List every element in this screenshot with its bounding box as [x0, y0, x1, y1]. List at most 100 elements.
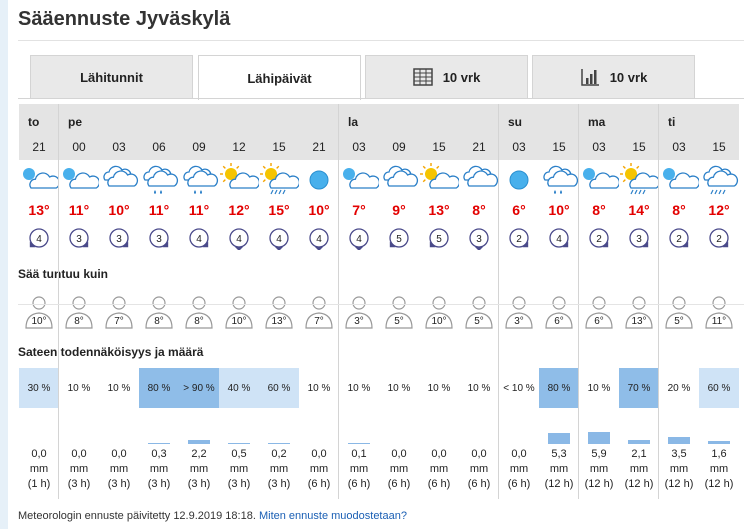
precip-period: (6 h)	[507, 478, 531, 490]
feels-like-value: 11°	[711, 316, 727, 327]
day-header: pe	[59, 104, 99, 136]
tab-10vrk-table[interactable]: 10 vrk	[365, 55, 528, 98]
day-header	[299, 104, 339, 136]
hour-label: 03	[339, 136, 379, 160]
wind-indicator-icon: 3	[69, 228, 89, 248]
night-partly-cloudy-icon	[343, 168, 379, 189]
precip-probability: 40 %	[219, 368, 259, 408]
forecast-column: 06 11° 3 8° 80 % 0,3 mm (3 h)	[139, 104, 179, 499]
svg-text:2: 2	[516, 234, 522, 245]
svg-text:5: 5	[396, 234, 402, 245]
day-header	[539, 104, 579, 136]
hour-label: 21	[459, 136, 499, 160]
svg-text:3: 3	[476, 234, 482, 245]
precip-period: (12 h)	[664, 478, 694, 490]
wind-indicator-icon: 4	[309, 228, 329, 250]
precip-amount: 0,0 mm (3 h)	[99, 448, 139, 493]
precip-period: (3 h)	[187, 478, 211, 490]
precip-amount: 0,0 mm (1 h)	[19, 448, 59, 493]
precip-bar	[148, 443, 170, 444]
temperature: 12°	[708, 202, 730, 218]
precip-amount: 3,5 mm (12 h)	[659, 448, 699, 493]
temperature: 14°	[628, 202, 650, 218]
precip-bar	[708, 441, 730, 444]
day-header	[419, 104, 459, 136]
temperature: 9°	[392, 202, 406, 218]
hour-label: 15	[619, 136, 659, 160]
cloud-showers-icon	[703, 165, 739, 195]
day-header	[459, 104, 499, 136]
temperature: 10°	[108, 202, 130, 218]
precip-probability: 60 %	[259, 368, 299, 408]
day-header: to	[19, 104, 59, 136]
temperature: 15°	[268, 202, 290, 218]
precip-probability: 10 %	[339, 368, 379, 408]
precip-unit: mm	[549, 463, 569, 475]
footer-updated-text: Meteorologin ennuste päivitetty 12.9.201…	[18, 510, 256, 522]
precip-amount: 5,3	[551, 448, 567, 460]
svg-text:2: 2	[676, 234, 682, 245]
precip-probability: 20 %	[659, 368, 699, 408]
night-clear-icon	[309, 170, 329, 190]
feels-like-value: 10°	[31, 316, 47, 327]
sun-cloud-icon	[220, 163, 259, 189]
tab-10vrk-chart[interactable]: 10 vrk	[532, 55, 695, 98]
precip-period: (1 h)	[27, 478, 51, 490]
night-partly-cloudy-icon	[583, 168, 619, 189]
precip-amount: 0,3	[151, 448, 167, 460]
cloudy-icon	[463, 165, 499, 187]
tab-label: Lähitunnit	[80, 69, 143, 85]
day-separator	[338, 104, 339, 499]
wind-indicator-icon: 5	[429, 228, 449, 248]
tab-lahitunnit[interactable]: Lähitunnit	[30, 55, 193, 98]
svg-text:4: 4	[276, 234, 282, 245]
svg-text:2: 2	[716, 234, 722, 245]
precip-probability: 10 %	[459, 368, 499, 408]
precip-amount: 1,6	[711, 448, 727, 460]
precip-unit: mm	[469, 463, 489, 475]
feels-like-value: 3°	[514, 316, 524, 327]
sun-showers-icon	[260, 163, 299, 195]
tab-lahipaivat[interactable]: Lähipäivät	[198, 55, 361, 100]
svg-text:3: 3	[116, 234, 122, 245]
precip-period: (12 h)	[584, 478, 614, 490]
forecast-grid: Sää tuntuu kuin Sateen todennäköisyys ja…	[18, 104, 744, 499]
precip-probability: 80 %	[139, 368, 179, 408]
precip-unit: mm	[349, 463, 369, 475]
forecast-column: pe 00 11° 3 8° 10 % 0,0 mm (3 h)	[59, 104, 99, 499]
precip-probability: 10 %	[59, 368, 99, 408]
cloud-rain-icon	[143, 165, 179, 194]
precip-amount: 0,2 mm (3 h)	[259, 448, 299, 493]
precip-amount: 0,0 mm (6 h)	[499, 448, 539, 493]
forecast-column: 12 12° 4 10° 40 % 0,5 mm (3 h)	[219, 104, 259, 499]
forecast-info-link[interactable]: Miten ennuste muodostetaan?	[259, 510, 407, 522]
wind-indicator-icon: 4	[229, 228, 249, 250]
precip-amount: 0,0	[471, 448, 487, 460]
hour-label: 15	[259, 136, 299, 160]
temperature: 11°	[68, 202, 90, 218]
wind-indicator-icon: 4	[189, 228, 209, 248]
wind-indicator-icon: 4	[549, 228, 569, 248]
hour-label: 15	[419, 136, 459, 160]
precip-probability: 80 %	[539, 368, 579, 408]
title-divider	[18, 40, 744, 41]
wind-indicator-icon: 5	[389, 228, 409, 248]
precip-amount: 0,0	[431, 448, 447, 460]
forecast-column: la 03 7° 4 3° 10 % 0,1 mm (6 h)	[339, 104, 379, 499]
hour-label: 09	[379, 136, 419, 160]
hour-label: 15	[699, 136, 739, 160]
precip-unit: mm	[589, 463, 609, 475]
precip-period: (3 h)	[107, 478, 131, 490]
forecast-column: 09 11° 4 8° > 90 % 2,2 mm (3 h)	[179, 104, 219, 499]
hour-label: 12	[219, 136, 259, 160]
precip-amount: 1,6 mm (12 h)	[699, 448, 739, 493]
left-border	[0, 0, 8, 529]
precip-period: (6 h)	[467, 478, 491, 490]
day-separator	[578, 104, 579, 499]
feels-like-value: 10°	[231, 316, 247, 327]
precip-period: (3 h)	[267, 478, 291, 490]
day-header	[219, 104, 259, 136]
wind-indicator-icon: 3	[629, 228, 649, 248]
precip-unit: mm	[669, 463, 689, 475]
precip-amount: 2,1 mm (12 h)	[619, 448, 659, 493]
